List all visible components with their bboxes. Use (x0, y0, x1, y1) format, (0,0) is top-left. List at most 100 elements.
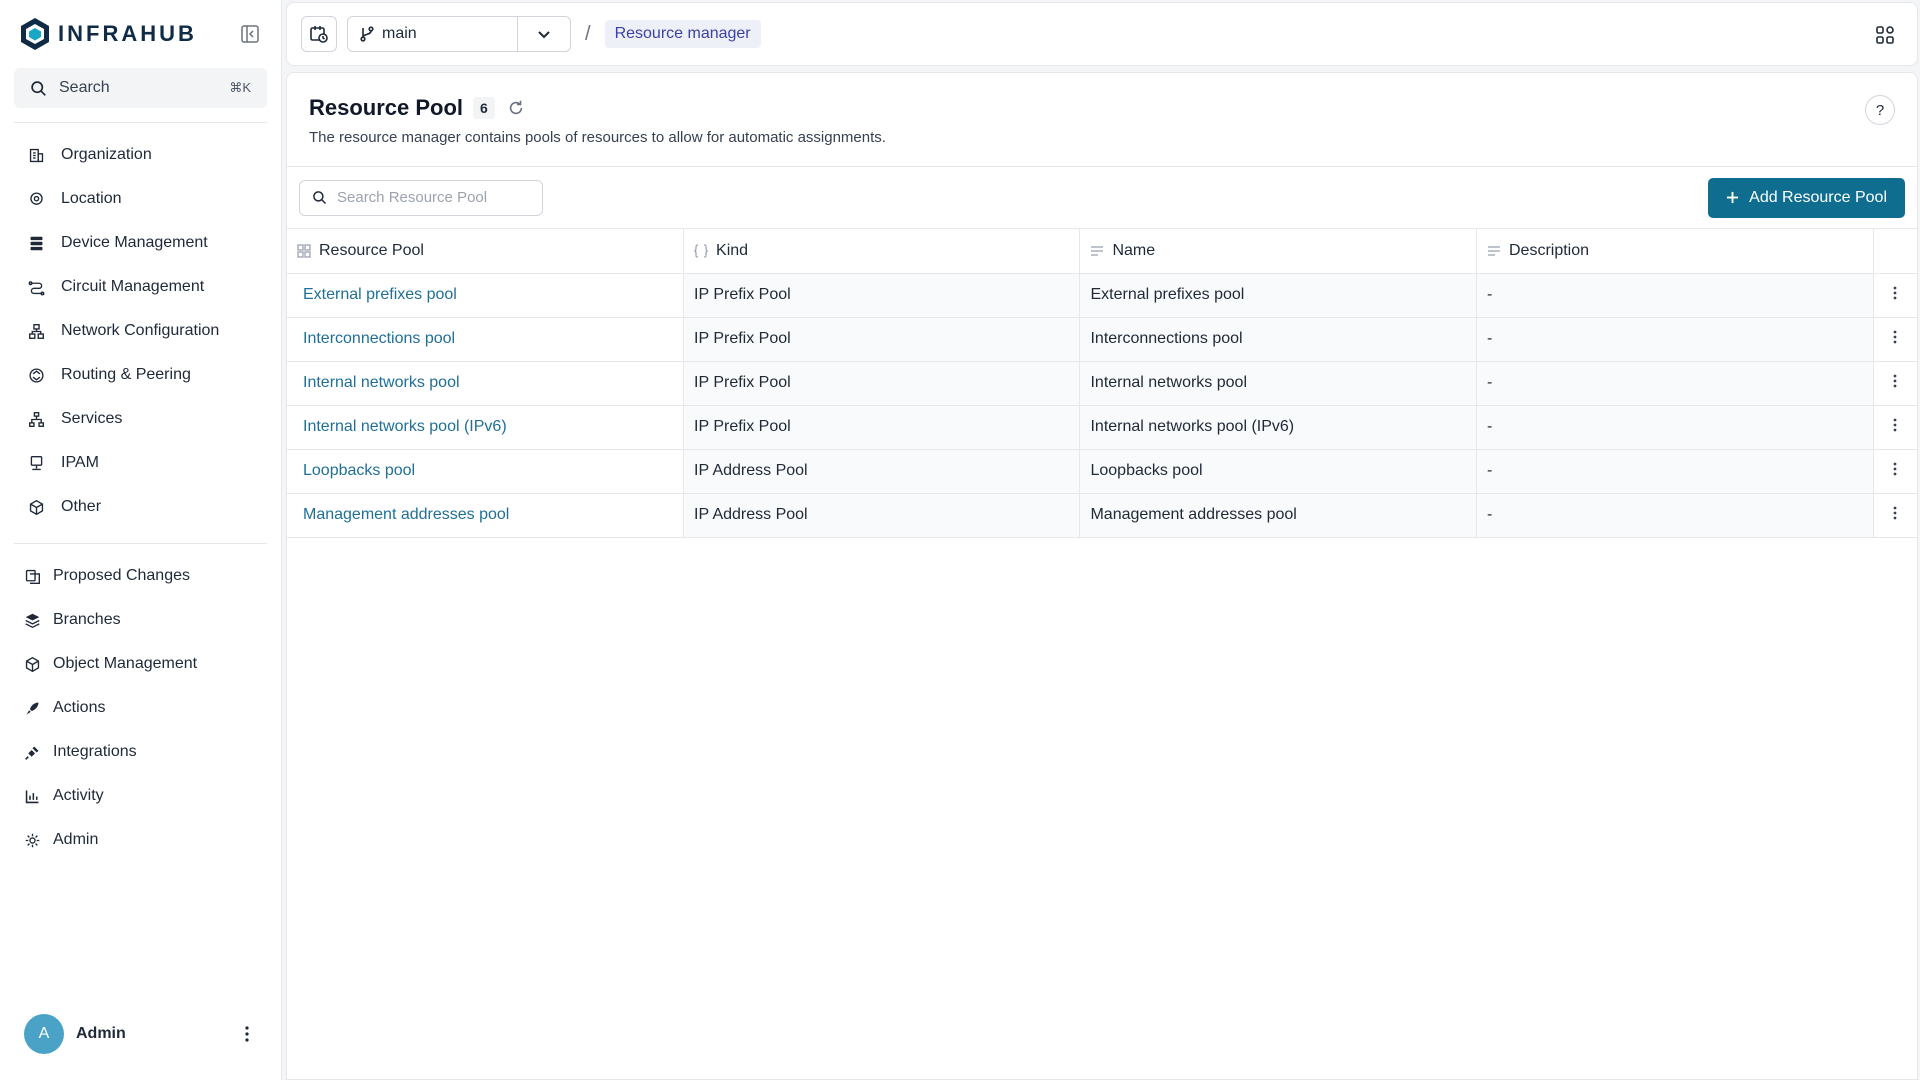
sidebar-search[interactable]: Search ⌘K (14, 68, 267, 108)
brand-name: INFRAHUB (58, 21, 197, 46)
row-actions-button[interactable] (1873, 405, 1917, 450)
row-actions-button[interactable] (1873, 317, 1917, 362)
column-header-name[interactable]: Name (1079, 229, 1477, 274)
cell-description: - (1476, 361, 1874, 406)
sidebar-item-routing-peering[interactable]: Routing & Peering (0, 353, 281, 397)
cell-kind: IP Address Pool (683, 493, 1081, 538)
table-body: External prefixes pool IP Prefix Pool Exte… (287, 273, 1917, 538)
plug-icon (25, 746, 39, 760)
row-actions-button[interactable] (1873, 449, 1917, 494)
page-subtitle: The resource manager contains pools of r… (309, 129, 886, 146)
resource-pool-link[interactable]: Internal networks pool (303, 374, 460, 391)
resource-pool-search[interactable] (299, 179, 543, 216)
sidebar-item-organization[interactable]: Organization (0, 133, 281, 177)
table-row[interactable]: Internal networks pool (IPv6) IP Prefix P… (287, 405, 1917, 450)
user-options-button[interactable] (237, 1026, 257, 1042)
grid-icon (297, 244, 311, 258)
cell-resource-pool[interactable]: Internal networks pool (287, 361, 685, 406)
sidebar-item-circuit-management[interactable]: Circuit Management (0, 265, 281, 309)
text-lines-icon (1488, 246, 1500, 256)
row-actions-button[interactable] (1873, 361, 1917, 406)
branch-name-button[interactable]: main (348, 17, 518, 51)
cell-text: - (1487, 374, 1493, 391)
logo[interactable]: INFRAHUB (20, 17, 197, 51)
avatar[interactable]: A (24, 1014, 64, 1054)
sidebar-item-admin[interactable]: Admin (0, 818, 281, 862)
cell-name: Internal networks pool (1079, 361, 1477, 406)
sidebar-item-branches[interactable]: Branches (0, 598, 281, 642)
sidebar-item-object-management[interactable]: Object Management (0, 642, 281, 686)
cell-text: Loopbacks pool (1090, 462, 1203, 479)
search-input[interactable] (337, 189, 527, 206)
resource-pool-link[interactable]: Management addresses pool (303, 506, 509, 523)
sidebar-item-label: Admin (53, 831, 99, 848)
column-label: Kind (716, 241, 749, 259)
column-header-resource-pool[interactable]: Resource Pool (287, 229, 685, 274)
resource-pool-link[interactable]: Loopbacks pool (303, 462, 415, 479)
kebab-icon (1893, 286, 1897, 299)
breadcrumb-resource-manager[interactable]: Resource manager (604, 20, 761, 48)
resource-pool-link[interactable]: Interconnections pool (303, 330, 455, 347)
collapse-sidebar-button[interactable] (239, 23, 261, 45)
sidebar-item-label: Routing & Peering (61, 366, 191, 383)
cell-text: IP Prefix Pool (694, 330, 791, 347)
sidebar-item-label: Activity (53, 787, 104, 804)
refresh-button[interactable] (505, 97, 527, 119)
row-actions-button[interactable] (1873, 273, 1917, 318)
sidebar-item-actions[interactable]: Actions (0, 686, 281, 730)
resource-pool-link[interactable]: Internal networks pool (IPv6) (303, 418, 507, 435)
cell-text: - (1487, 506, 1493, 523)
primary-nav: Organization Location Device Management … (0, 123, 281, 529)
text-lines-icon (1091, 246, 1104, 256)
cell-name: Management addresses pool (1079, 493, 1477, 538)
sidebar-item-services[interactable]: Services (0, 397, 281, 441)
sidebar-item-device-management[interactable]: Device Management (0, 221, 281, 265)
cell-resource-pool[interactable]: Internal networks pool (IPv6) (287, 405, 685, 450)
column-header-kind[interactable]: Kind (683, 229, 1081, 274)
table-header-row: Resource Pool Kind Name Description (287, 229, 1917, 274)
sidebar-item-network-configuration[interactable]: Network Configuration (0, 309, 281, 353)
table-row[interactable]: Interconnections pool IP Prefix Pool Inter… (287, 317, 1917, 362)
gear-icon (25, 833, 40, 847)
sidebar-item-location[interactable]: Location (0, 177, 281, 221)
column-header-description[interactable]: Description (1476, 229, 1874, 274)
layers-icon (25, 613, 40, 628)
user-menu[interactable]: A Admin (24, 1014, 257, 1054)
search-label: Search (59, 79, 110, 96)
help-button[interactable]: ? (1865, 95, 1895, 125)
kebab-icon (1893, 418, 1897, 431)
time-travel-button[interactable] (301, 16, 337, 52)
search-icon (313, 191, 327, 205)
add-resource-pool-button[interactable]: Add Resource Pool (1708, 177, 1905, 218)
cell-resource-pool[interactable]: External prefixes pool (287, 273, 685, 318)
sidebar-item-activity[interactable]: Activity (0, 774, 281, 818)
apps-menu-button[interactable] (1867, 17, 1903, 53)
sidebar-item-other[interactable]: Other (0, 485, 281, 529)
cell-resource-pool[interactable]: Management addresses pool (287, 493, 685, 538)
sidebar-item-ipam[interactable]: IPAM (0, 441, 281, 485)
cell-resource-pool[interactable]: Interconnections pool (287, 317, 685, 362)
sidebar-item-proposed-changes[interactable]: Proposed Changes (0, 554, 281, 598)
table-row[interactable]: Management addresses pool IP Address Pool… (287, 493, 1917, 538)
table-row[interactable]: External prefixes pool IP Prefix Pool Exte… (287, 273, 1917, 318)
kebab-icon (245, 1026, 249, 1042)
branch-dropdown-button[interactable] (518, 17, 570, 51)
chart-icon (25, 790, 39, 803)
branch-selector[interactable]: main (347, 16, 571, 52)
cell-kind: IP Prefix Pool (683, 405, 1081, 450)
sidebar-item-integrations[interactable]: Integrations (0, 730, 281, 774)
row-actions-button[interactable] (1873, 493, 1917, 538)
cell-description: - (1476, 405, 1874, 450)
calendar-clock-icon (310, 26, 328, 43)
brand-bar: INFRAHUB (0, 0, 281, 68)
table-row[interactable]: Internal networks pool IP Prefix Pool Inte… (287, 361, 1917, 406)
cell-text: - (1487, 418, 1493, 435)
resource-pool-link[interactable]: External prefixes pool (303, 286, 457, 303)
cell-text: Interconnections pool (1090, 330, 1243, 347)
sidebar-item-label: Actions (53, 699, 106, 716)
braces-icon (694, 244, 709, 258)
cell-name: Internal networks pool (IPv6) (1079, 405, 1477, 450)
cell-text: IP Prefix Pool (694, 286, 791, 303)
table-row[interactable]: Loopbacks pool IP Address Pool Loopbacks p… (287, 449, 1917, 494)
cell-resource-pool[interactable]: Loopbacks pool (287, 449, 685, 494)
